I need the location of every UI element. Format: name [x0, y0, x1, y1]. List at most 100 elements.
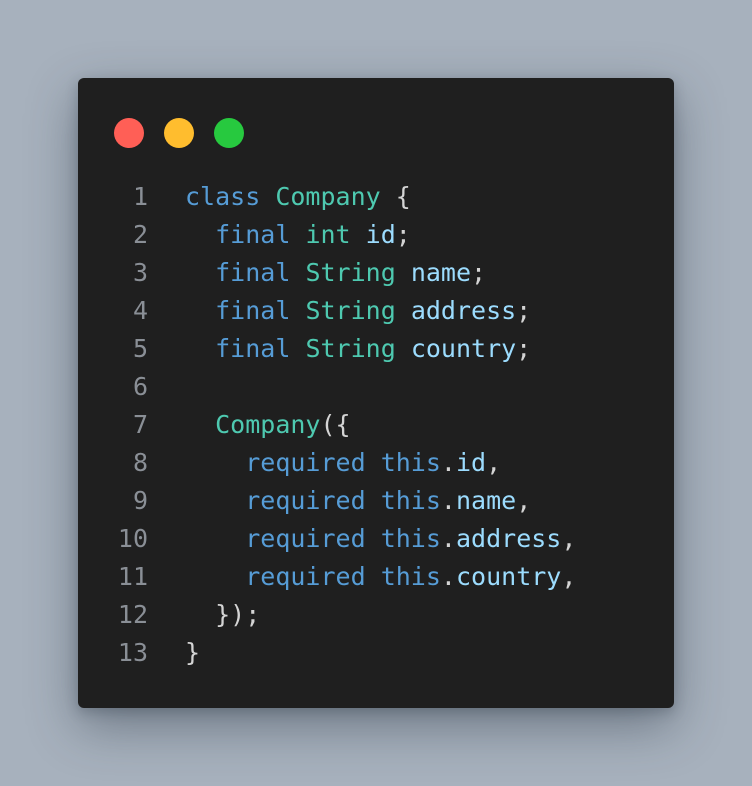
code-token-punctuation: ;	[516, 296, 532, 325]
maximize-window-icon[interactable]	[214, 118, 244, 148]
code-line: 8 required this.id,	[78, 444, 674, 482]
line-number: 11	[117, 562, 148, 591]
code-token-punctuation: ;	[395, 220, 411, 249]
line-source: final String name;	[185, 254, 486, 292]
code-token-variable: country	[410, 334, 517, 363]
code-line: 5 final String country;	[78, 330, 674, 368]
code-token-punctuation: ;	[471, 258, 487, 287]
code-token-punctuation: ,	[561, 524, 577, 553]
line-number: 8	[132, 448, 148, 477]
code-token-punctuation: ({	[320, 410, 351, 439]
code-token-type: int	[305, 220, 351, 249]
code-token-punctuation: .	[440, 486, 456, 515]
code-line: 12 });	[78, 596, 674, 634]
line-source: final String address;	[185, 292, 531, 330]
line-source: });	[185, 596, 260, 634]
close-window-icon[interactable]	[114, 118, 144, 148]
code-token-variable: name	[410, 258, 472, 287]
code-token-keyword: final	[215, 220, 291, 249]
code-token-punctuation: .	[440, 562, 456, 591]
code-line: 2 final int id;	[78, 216, 674, 254]
code-token-punctuation: ,	[561, 562, 577, 591]
line-number: 3	[132, 258, 148, 287]
line-source: required this.id,	[185, 444, 501, 482]
minimize-window-icon[interactable]	[164, 118, 194, 148]
code-token-type: String	[305, 258, 396, 287]
code-token-keyword: final	[215, 258, 291, 287]
code-token-punctuation: ,	[516, 486, 532, 515]
line-number: 6	[132, 372, 148, 401]
code-token-variable: id	[455, 448, 487, 477]
line-source: }	[185, 634, 200, 672]
code-token-keyword: this	[380, 486, 441, 515]
line-number: 10	[117, 524, 148, 553]
code-token-punctuation: });	[215, 600, 261, 629]
line-number: 5	[132, 334, 148, 363]
code-token-punctuation: }	[185, 638, 201, 667]
line-source: required this.country,	[185, 558, 576, 596]
code-line: 1 class Company {	[78, 178, 674, 216]
code-token-keyword: final	[215, 296, 291, 325]
code-token-type: String	[305, 296, 396, 325]
line-number: 1	[132, 182, 148, 211]
line-number: 2	[132, 220, 148, 249]
line-number: 9	[132, 486, 148, 515]
code-window: 1 class Company {2 final int id; 3 final S…	[78, 78, 674, 708]
code-token-keyword: required	[245, 448, 366, 477]
code-token-type: Company	[215, 410, 321, 439]
line-number: 13	[117, 638, 148, 667]
code-line: 6	[78, 368, 674, 406]
code-token-keyword: this	[380, 448, 441, 477]
code-line: 13}	[78, 634, 674, 672]
code-token-keyword: class	[185, 182, 261, 211]
code-line: 9 required this.name,	[78, 482, 674, 520]
code-line: 11 required this.country,	[78, 558, 674, 596]
line-source: final int id;	[185, 216, 411, 254]
line-number: 4	[132, 296, 148, 325]
code-token-punctuation: .	[440, 524, 456, 553]
code-token-variable: name	[455, 486, 517, 515]
line-source: required this.name,	[185, 482, 531, 520]
code-token-keyword: this	[380, 524, 441, 553]
code-token-variable: country	[455, 562, 562, 591]
code-token-keyword: required	[245, 562, 366, 591]
code-token-type: String	[305, 334, 396, 363]
code-token-keyword: required	[245, 486, 366, 515]
code-line: 7 Company({	[78, 406, 674, 444]
code-token-punctuation: .	[440, 448, 456, 477]
line-source: final String country;	[185, 330, 531, 368]
line-source: Company({	[185, 406, 351, 444]
code-line: 3 final String name;	[78, 254, 674, 292]
code-token-punctuation: {	[380, 182, 411, 211]
code-token-keyword: this	[380, 562, 441, 591]
code-line: 4 final String address;	[78, 292, 674, 330]
line-number: 7	[132, 410, 148, 439]
code-token-type: Company	[275, 182, 381, 211]
code-block: 1 class Company {2 final int id; 3 final S…	[78, 178, 674, 672]
line-source: class Company {	[185, 178, 411, 216]
code-line: 10 required this.address,	[78, 520, 674, 558]
code-token-variable: id	[365, 220, 396, 249]
code-token-punctuation: ;	[516, 334, 532, 363]
